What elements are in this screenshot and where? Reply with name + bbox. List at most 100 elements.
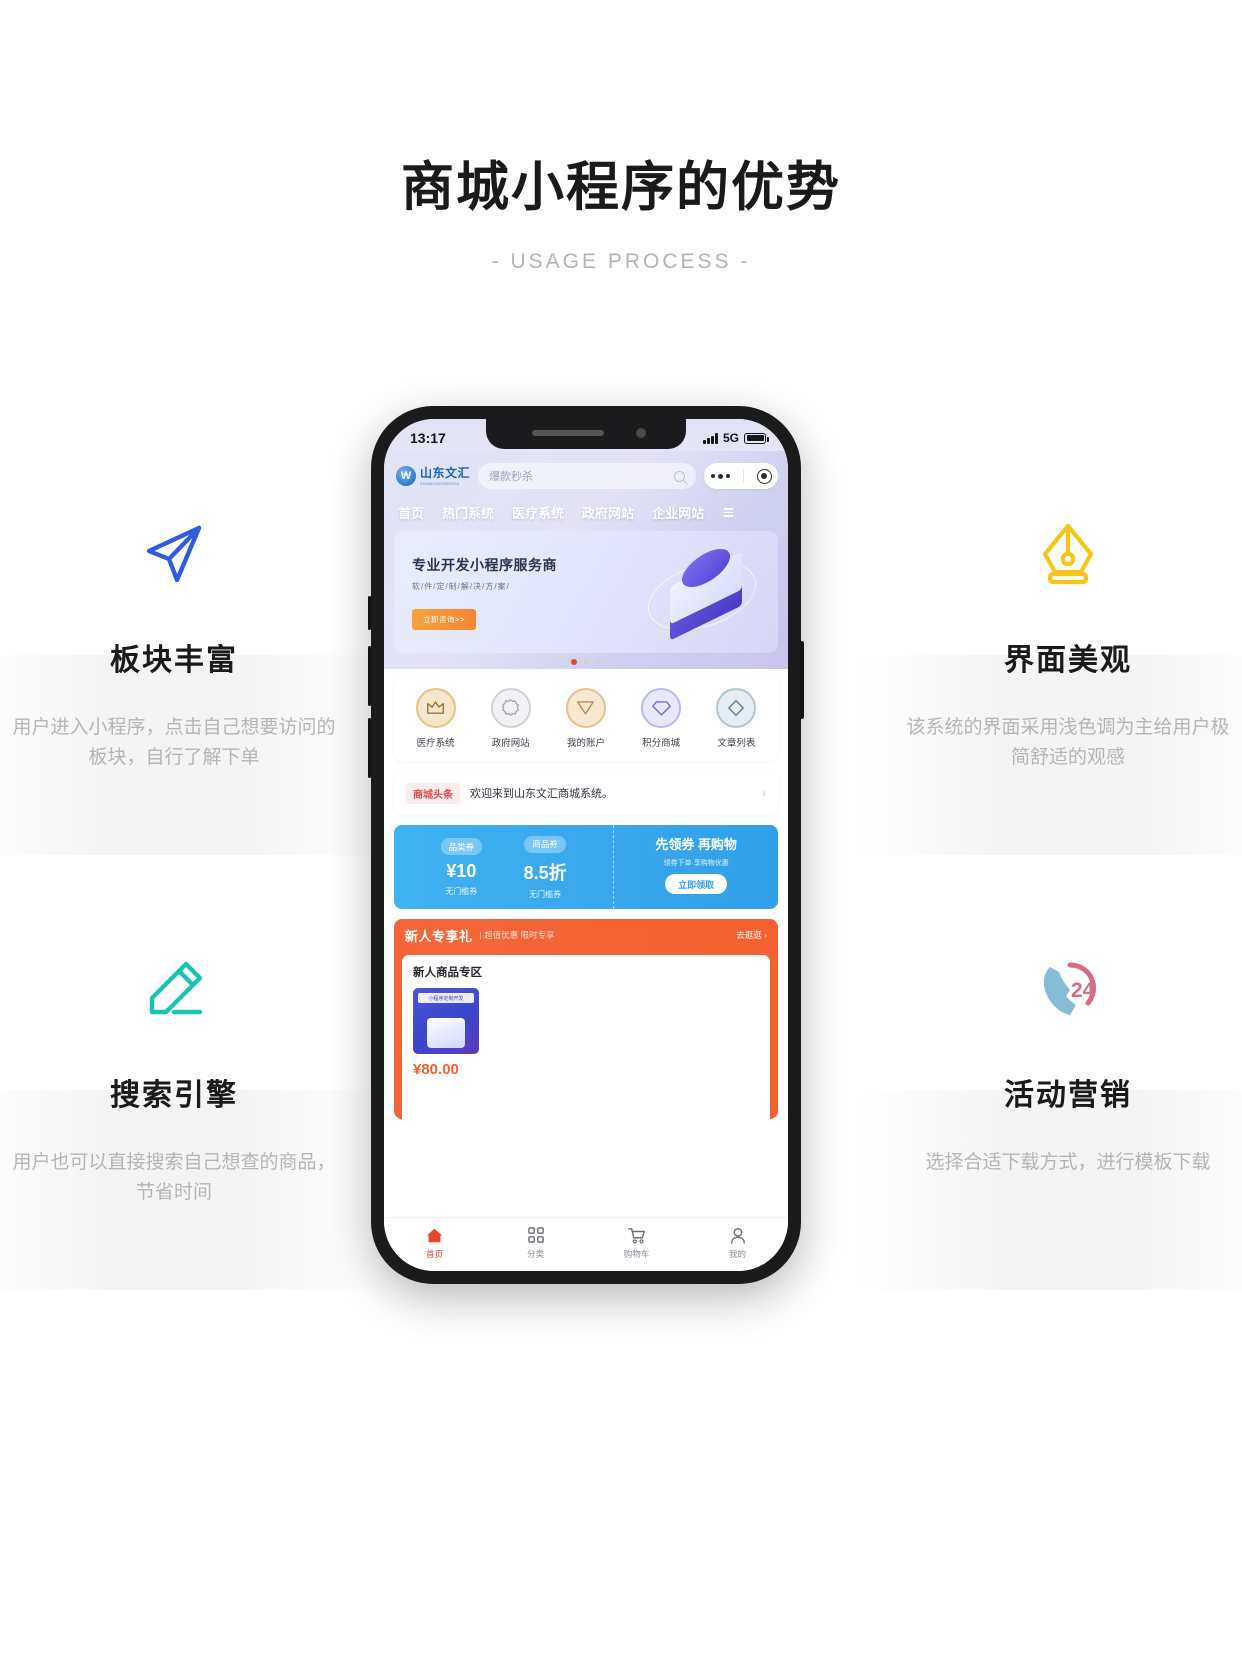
gear-flower-icon xyxy=(490,687,531,728)
coupon-banner[interactable]: 品类券 ¥10 无门槛券 商品券 8.5折 无门槛券 先领券 再购物 领券下单·… xyxy=(394,825,778,909)
newcomer-title: 新人专享礼 xyxy=(405,928,473,944)
product-price: ¥80.00 xyxy=(413,1061,459,1078)
volume-down-button[interactable] xyxy=(368,718,371,778)
coupon-type: 商品券 xyxy=(524,835,566,853)
quick-entry-medical[interactable]: 医疗系统 xyxy=(404,687,468,749)
coupon-value: ¥10 xyxy=(446,861,477,882)
coupon-subtext: 领券下单·享购物优惠 xyxy=(663,860,729,867)
logo-globe-icon xyxy=(396,466,416,486)
news-text: 欢迎来到山东文汇商城系统。 xyxy=(470,788,613,800)
search-placeholder: 爆款秒杀 xyxy=(489,471,534,483)
feature-title: 界面美观 xyxy=(1004,644,1132,677)
page-subtitle: - USAGE PROCESS - xyxy=(491,250,751,273)
promo-banner[interactable]: 专业开发小程序服务商 软/件/定/制/解/决/方/案/ 立即咨询>> xyxy=(394,531,778,653)
pen-nib-icon xyxy=(888,495,1242,615)
news-ticker[interactable]: 商城头条 欢迎来到山东文汇商城系统。 › xyxy=(394,771,778,815)
search-icon xyxy=(674,470,685,482)
tab-label: 首页 xyxy=(425,1249,443,1259)
logo-text-en: SHANDONGWENHUI xyxy=(420,482,460,487)
phone-mockup: 13:17 5G 山东文汇 SHANDONGWENHUI 爆款秒杀 xyxy=(368,406,804,1284)
volume-up-button[interactable] xyxy=(368,646,371,706)
quick-entry-account[interactable]: 我的账户 xyxy=(554,687,618,749)
feature-block-beautiful-ui: 界面美观 该系统的界面采用浅色调为主给用户极简舒适的观感 xyxy=(888,495,1242,773)
grid-icon xyxy=(505,1225,567,1245)
page-root: 商城小程序的优势 - USAGE PROCESS - 板块丰富 用户进入小程序，… xyxy=(0,0,1242,1660)
coupon-card[interactable]: 商品券 8.5折 无门槛券 xyxy=(524,834,567,900)
quick-entry-grid: 医疗系统 政府网站 我的账户 积分商城 文章列表 xyxy=(394,675,778,761)
triangle-down-icon xyxy=(565,687,606,728)
cart-icon xyxy=(606,1225,668,1245)
coupon-value: 8.5折 xyxy=(523,862,567,883)
nav-item-enterprise-sites[interactable]: 企业网站 xyxy=(652,503,704,522)
tab-mine[interactable]: 我的 xyxy=(707,1225,769,1260)
product-thumbnail[interactable]: 小程序定制开发 xyxy=(413,988,479,1054)
user-icon xyxy=(707,1225,769,1245)
gem-icon xyxy=(641,687,682,728)
newcomer-subtitle: | 超值优惠 限时专享 xyxy=(479,930,555,940)
power-button[interactable] xyxy=(800,641,804,719)
phone-24h-support-icon: 24 xyxy=(888,930,1242,1050)
banner-cta-button[interactable]: 立即咨询>> xyxy=(412,609,476,630)
tab-home[interactable]: 首页 xyxy=(404,1225,466,1260)
coupon-headline: 先领券 再购物 xyxy=(655,837,737,852)
product-caption: 小程序定制开发 xyxy=(418,993,474,1003)
crown-icon xyxy=(415,687,456,728)
chevron-right-icon[interactable]: › xyxy=(762,786,766,800)
quick-entry-article-list[interactable]: 文章列表 xyxy=(704,687,768,749)
battery-icon xyxy=(744,432,769,444)
quick-entry-label: 文章列表 xyxy=(717,737,756,749)
coupon-note: 无门槛券 xyxy=(529,889,562,899)
feature-block-banner-rich: 板块丰富 用户进入小程序，点击自己想要访问的板块，自行了解下单 xyxy=(0,495,354,773)
newcomer-zone-title: 新人商品专区 xyxy=(413,967,482,979)
banner-illustration xyxy=(639,541,765,643)
banner-subtitle: 软/件/定/制/解/决/方/案/ xyxy=(412,582,510,591)
category-nav: 首页 热门系统 医疗系统 政府网站 企业网站 xyxy=(384,503,788,522)
feature-description: 用户也可以直接搜索自己想查的商品，节省时间 xyxy=(12,1152,336,1203)
tab-category[interactable]: 分类 xyxy=(505,1225,567,1260)
feature-description: 该系统的界面采用浅色调为主给用户极简舒适的观感 xyxy=(906,717,1230,768)
feature-description: 选择合适下载方式，进行模板下载 xyxy=(925,1152,1211,1173)
quick-entry-label: 我的账户 xyxy=(566,737,605,749)
search-input[interactable]: 爆款秒杀 xyxy=(478,463,696,489)
miniprogram-capsule[interactable] xyxy=(704,463,778,489)
more-menu-icon[interactable] xyxy=(710,473,730,479)
network-type-label: 5G xyxy=(722,431,739,445)
diamond-icon xyxy=(716,687,757,728)
nav-item-gov-sites[interactable]: 政府网站 xyxy=(582,503,634,522)
banner-pagination-dots[interactable] xyxy=(384,659,788,665)
capsule-divider xyxy=(742,469,744,483)
signal-bars-icon xyxy=(703,432,718,444)
tab-label: 分类 xyxy=(526,1249,544,1259)
nav-item-medical-systems[interactable]: 医疗系统 xyxy=(512,503,564,522)
feature-block-search-engine: 搜索引擎 用户也可以直接搜索自己想查的商品，节省时间 xyxy=(0,930,354,1208)
product-illustration xyxy=(427,1018,465,1048)
svg-text:24: 24 xyxy=(1071,979,1095,1002)
phone-screen: 13:17 5G 山东文汇 SHANDONGWENHUI 爆款秒杀 xyxy=(384,419,788,1271)
feature-title: 搜索引擎 xyxy=(110,1079,238,1112)
quick-entry-points-mall[interactable]: 积分商城 xyxy=(629,687,693,749)
app-logo[interactable]: 山东文汇 SHANDONGWENHUI xyxy=(396,465,470,487)
page-title: 商城小程序的优势 xyxy=(401,158,841,217)
send-plane-icon xyxy=(0,495,354,615)
feature-title: 板块丰富 xyxy=(110,644,238,677)
status-time: 13:17 xyxy=(410,430,446,446)
claim-coupon-button[interactable]: 立即领取 xyxy=(665,874,728,894)
quick-entry-gov[interactable]: 政府网站 xyxy=(479,687,543,749)
phone-notch xyxy=(486,419,686,449)
app-top-bar: 山东文汇 SHANDONGWENHUI 爆款秒杀 xyxy=(384,459,788,493)
nav-item-hot-systems[interactable]: 热门系统 xyxy=(442,503,494,522)
tab-label: 购物车 xyxy=(623,1249,650,1259)
quick-entry-label: 政府网站 xyxy=(491,737,530,749)
coupon-card[interactable]: 品类券 ¥10 无门槛券 xyxy=(440,837,483,898)
newcomer-go-link[interactable]: 去逛逛 › xyxy=(736,929,767,941)
home-icon xyxy=(404,1225,466,1245)
bottom-tab-bar: 首页 分类 购物车 我的 xyxy=(384,1217,788,1271)
news-tag: 商城头条 xyxy=(406,782,460,804)
coupon-type: 品类券 xyxy=(440,838,483,856)
quick-entry-label: 医疗系统 xyxy=(416,737,455,749)
tab-cart[interactable]: 购物车 xyxy=(606,1225,668,1260)
close-miniprogram-icon[interactable] xyxy=(756,468,772,484)
pencil-edit-icon xyxy=(0,930,354,1050)
nav-item-home[interactable]: 首页 xyxy=(398,503,424,522)
nav-more-icon[interactable] xyxy=(724,508,734,517)
